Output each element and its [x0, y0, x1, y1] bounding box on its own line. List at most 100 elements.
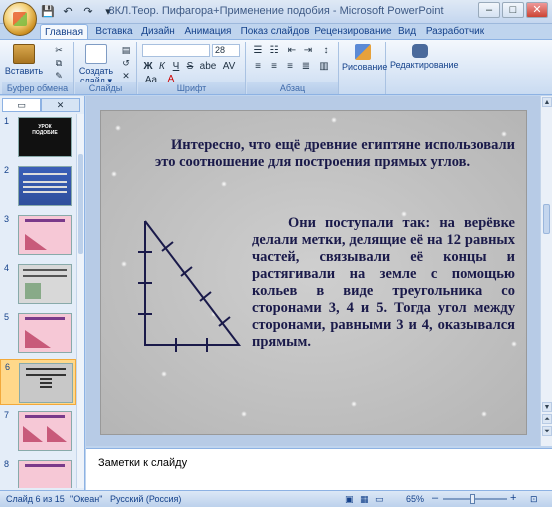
font-group-label: Шрифт	[138, 82, 245, 94]
align-left-icon[interactable]: ≡	[251, 60, 265, 73]
thumbnail-list: 1 УРОК ПОДОБИЕ 2 3 4 5 6 7 8	[0, 114, 76, 488]
normal-view-icon[interactable]: ▣	[345, 494, 354, 505]
thumbnail-5[interactable]: 5	[0, 310, 76, 356]
thumbnail-2[interactable]: 2	[0, 163, 76, 209]
thumbnail-1[interactable]: 1 УРОК ПОДОБИЕ	[0, 114, 76, 160]
fit-to-window-icon[interactable]: ⊡	[530, 494, 538, 505]
theme-name: "Океан"	[70, 494, 103, 504]
slide-sorter-icon[interactable]: ▦	[360, 494, 369, 505]
drawing-button[interactable]: Рисование	[342, 44, 388, 72]
reset-icon[interactable]: ↺	[119, 57, 133, 69]
thumbnail-number: 7	[4, 410, 10, 420]
bold-button[interactable]: Ж	[142, 60, 154, 73]
shadow-button[interactable]: abe	[198, 60, 218, 73]
font-size-dropdown[interactable]: 28	[212, 44, 240, 57]
zoom-level[interactable]: 65%	[406, 494, 424, 504]
thumbnail-image	[18, 313, 72, 353]
window-controls: – □ ✕	[478, 2, 548, 18]
columns-icon[interactable]: ▥	[317, 60, 331, 73]
clipboard-group-label: Буфер обмена	[2, 82, 73, 94]
zoom-slider[interactable]	[443, 498, 507, 500]
new-slide-button[interactable]: Создать слайд ▾	[77, 44, 115, 87]
minimize-button[interactable]: –	[478, 2, 500, 18]
slideshow-icon[interactable]: ▭	[375, 494, 384, 505]
close-button[interactable]: ✕	[526, 2, 548, 18]
zoom-slider-knob[interactable]	[470, 494, 475, 504]
notes-placeholder[interactable]: Заметки к слайду	[98, 457, 187, 469]
office-button[interactable]	[3, 2, 37, 36]
tab-view[interactable]: Вид	[396, 24, 418, 40]
drawing-label: Рисование	[342, 62, 388, 72]
copy-icon[interactable]: ⧉	[52, 57, 66, 69]
tab-review[interactable]: Рецензирование	[314, 24, 392, 40]
bullets-icon[interactable]: ☰	[251, 44, 265, 57]
thumbnail-image	[18, 460, 72, 488]
zoom-out-button[interactable]: –	[432, 492, 438, 504]
zoom-in-button[interactable]: +	[510, 492, 516, 504]
tab-insert[interactable]: Вставка	[92, 24, 136, 40]
cut-icon[interactable]: ✂	[52, 44, 66, 56]
thumbnail-4[interactable]: 4	[0, 261, 76, 307]
paste-button[interactable]: Вставить	[4, 44, 44, 76]
scroll-up-icon[interactable]: ▲	[542, 97, 552, 107]
slide-paragraph-2[interactable]: Они поступали так: на верёвке делали мет…	[252, 215, 515, 351]
paste-label: Вставить	[4, 66, 44, 76]
thumbnail-image	[18, 411, 72, 451]
delete-slide-icon[interactable]: ✕	[119, 70, 133, 82]
line-spacing-icon[interactable]: ↕	[319, 44, 333, 57]
tab-design[interactable]: Дизайн	[138, 24, 178, 40]
thumbnail-image	[18, 166, 72, 206]
format-painter-icon[interactable]: ✎	[52, 70, 66, 82]
window-title: 8КЛ.Теор. Пифагора+Применение подобия - …	[108, 5, 444, 17]
slide-paragraph-1[interactable]: Интересно, что ещё древние египтяне испо…	[155, 137, 515, 171]
thumbnail-image	[18, 264, 72, 304]
strikethrough-button[interactable]: S	[184, 60, 196, 73]
maximize-button[interactable]: □	[502, 2, 524, 18]
increase-indent-icon[interactable]: ⇥	[301, 44, 315, 57]
tab-slideshow[interactable]: Показ слайдов	[240, 24, 310, 40]
italic-button[interactable]: К	[156, 60, 168, 73]
triangle-shape	[144, 220, 242, 346]
character-spacing-button[interactable]: AV	[220, 60, 238, 73]
underline-button[interactable]: Ч	[170, 60, 182, 73]
thumbnail-image	[18, 215, 72, 255]
layout-icon[interactable]: ▤	[119, 44, 133, 56]
thumbnail-number: 5	[4, 312, 10, 322]
numbering-icon[interactable]: ☷	[267, 44, 281, 57]
thumbnail-number: 6	[5, 362, 11, 372]
previous-slide-icon[interactable]: ⏶	[542, 414, 552, 424]
editing-button[interactable]: Редактирование	[390, 44, 459, 70]
thumbnail-scrollbar[interactable]	[76, 114, 84, 488]
slide-canvas[interactable]: Интересно, что ещё древние египтяне испо…	[100, 110, 527, 435]
editing-label: Редактирование	[390, 60, 459, 70]
tab-home[interactable]: Главная	[40, 24, 88, 40]
decrease-indent-icon[interactable]: ⇤	[285, 44, 299, 57]
panel-tabs: ▭ ✕	[2, 98, 80, 112]
thumbnail-7[interactable]: 7	[0, 408, 76, 454]
close-panel-button[interactable]: ✕	[41, 98, 80, 112]
language-indicator[interactable]: Русский (Россия)	[110, 494, 181, 504]
scroll-down-icon[interactable]: ▼	[542, 402, 552, 412]
align-center-icon[interactable]: ≡	[267, 60, 281, 73]
slide-scrollbar[interactable]: ▲ ▼ ⏶ ⏷	[540, 96, 552, 446]
thumbnail-number: 4	[4, 263, 10, 273]
notes-pane[interactable]: Заметки к слайду	[86, 448, 552, 490]
thumbnail-number: 1	[4, 116, 10, 126]
next-slide-icon[interactable]: ⏷	[542, 426, 552, 436]
thumbnail-8[interactable]: 8	[0, 457, 76, 488]
thumbnail-3[interactable]: 3	[0, 212, 76, 258]
scrollbar-thumb[interactable]	[543, 204, 550, 234]
paragraph-group-label: Абзац	[247, 82, 338, 94]
new-slide-icon	[85, 44, 107, 64]
justify-icon[interactable]: ≣	[299, 60, 313, 73]
tab-animation[interactable]: Анимация	[182, 24, 234, 40]
status-bar: Слайд 6 из 15 "Океан" Русский (Россия) ▣…	[0, 490, 552, 507]
slides-group: Создать слайд ▾ ▤ ↺ ✕ Слайды	[75, 42, 137, 94]
font-name-dropdown[interactable]	[142, 44, 210, 57]
tab-slides-view[interactable]: ▭	[2, 98, 41, 112]
slide-editor: Интересно, что ещё древние египтяне испо…	[86, 96, 540, 446]
ribbon: Вставить ✂ ⧉ ✎ Буфер обмена Создать слай…	[0, 39, 552, 95]
thumbnail-6[interactable]: 6	[0, 359, 76, 405]
tab-developer[interactable]: Разработчик	[424, 24, 486, 40]
align-right-icon[interactable]: ≡	[283, 60, 297, 73]
